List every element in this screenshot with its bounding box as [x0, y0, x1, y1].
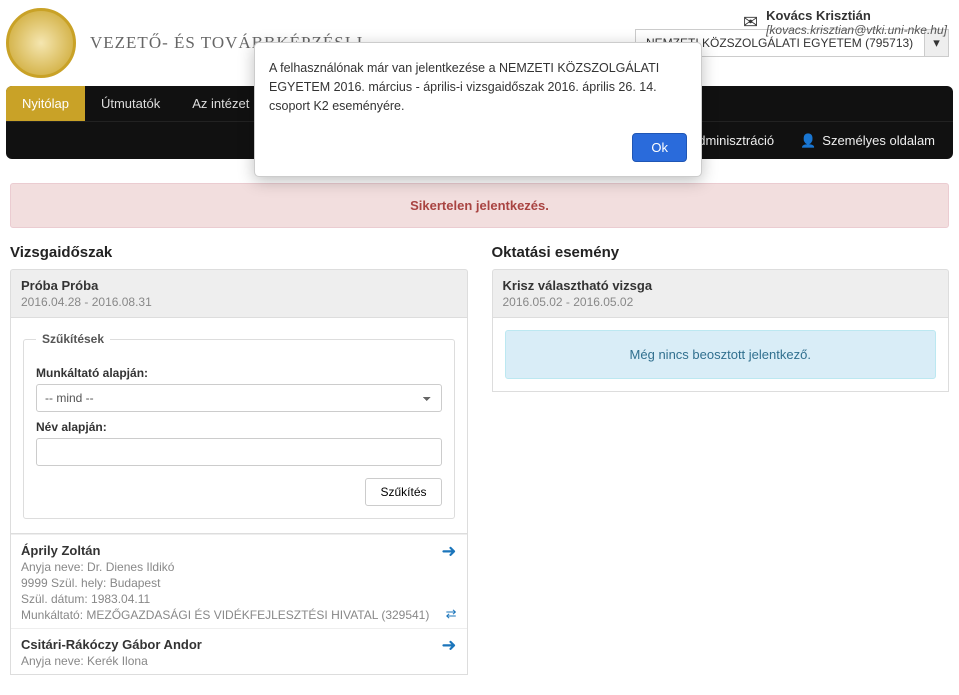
employer-label: Munkáltató alapján: [36, 366, 442, 380]
arrow-right-circle-icon[interactable]: ➜ [441, 541, 456, 562]
tab-nyitolap[interactable]: Nyitólap [6, 86, 85, 121]
filter-button[interactable]: Szűkítés [365, 478, 441, 506]
person-birthdate: Szül. dátum: 1983.04.11 [21, 592, 457, 606]
user-icon: 👤 [800, 133, 816, 149]
employer-select[interactable]: -- mind -- [36, 384, 442, 412]
caret-down-icon: ▾ [933, 35, 940, 51]
right-panel-dates: 2016.05.02 - 2016.05.02 [503, 295, 939, 309]
person-mother: Anyja neve: Dr. Dienes Ildikó [21, 560, 457, 574]
info-modal: A felhasználónak már van jelentkezése a … [254, 42, 702, 177]
envelope-icon[interactable]: ✉ [743, 12, 758, 33]
list-item: Csitári-Rákóczy Gábor Andor Anyja neve: … [11, 628, 467, 674]
user-email: [kovacs.krisztian@vtki.uni-nke.hu] [766, 23, 947, 37]
left-panel-head: Próba Próba 2016.04.28 - 2016.08.31 [10, 269, 468, 318]
person-name: Áprily Zoltán [21, 543, 457, 558]
current-user-block: ✉ Kovács Krisztián [kovacs.krisztian@vtk… [743, 8, 947, 37]
info-alert: Még nincs beosztott jelentkező. [505, 330, 937, 379]
right-panel-title: Krisz választható vizsga [503, 278, 939, 293]
right-panel-head: Krisz választható vizsga 2016.05.02 - 20… [492, 269, 950, 318]
tab-az-intezet[interactable]: Az intézet [176, 86, 265, 121]
modal-message: A felhasználónak már van jelentkezése a … [255, 43, 701, 123]
swap-icon[interactable]: ⇄ [446, 606, 457, 622]
filter-legend: Szűkítések [36, 332, 110, 346]
user-name: Kovács Krisztián [766, 8, 947, 23]
filter-box: Szűkítések Munkáltató alapján: -- mind -… [10, 318, 468, 534]
right-heading: Oktatási esemény [492, 244, 950, 261]
ok-button[interactable]: Ok [632, 133, 687, 162]
person-employer: Munkáltató: MEZŐGAZDASÁGI ÉS VIDÉKFEJLES… [21, 608, 457, 622]
right-panel-body: Még nincs beosztott jelentkező. [492, 318, 950, 392]
tab-utmutatok[interactable]: Útmutatók [85, 86, 176, 121]
person-mother: Anyja neve: Kerék Ilona [21, 654, 457, 668]
arrow-right-circle-icon[interactable]: ➜ [441, 635, 456, 656]
logo [6, 8, 76, 78]
left-panel-dates: 2016.04.28 - 2016.08.31 [21, 295, 457, 309]
person-name: Csitári-Rákóczy Gábor Andor [21, 637, 457, 652]
right-column: Oktatási esemény Krisz választható vizsg… [492, 244, 950, 675]
left-panel-title: Próba Próba [21, 278, 457, 293]
name-label: Név alapján: [36, 420, 442, 434]
error-alert: Sikertelen jelentkezés. [10, 183, 949, 228]
nav-szemelyes[interactable]: 👤Személyes oldalam [800, 133, 935, 149]
name-input[interactable] [36, 438, 442, 466]
person-list: Áprily Zoltán Anyja neve: Dr. Dienes Ild… [10, 534, 468, 675]
left-column: Vizsgaidőszak Próba Próba 2016.04.28 - 2… [10, 244, 468, 675]
left-heading: Vizsgaidőszak [10, 244, 468, 261]
person-birthplace: 9999 Szül. hely: Budapest [21, 576, 457, 590]
